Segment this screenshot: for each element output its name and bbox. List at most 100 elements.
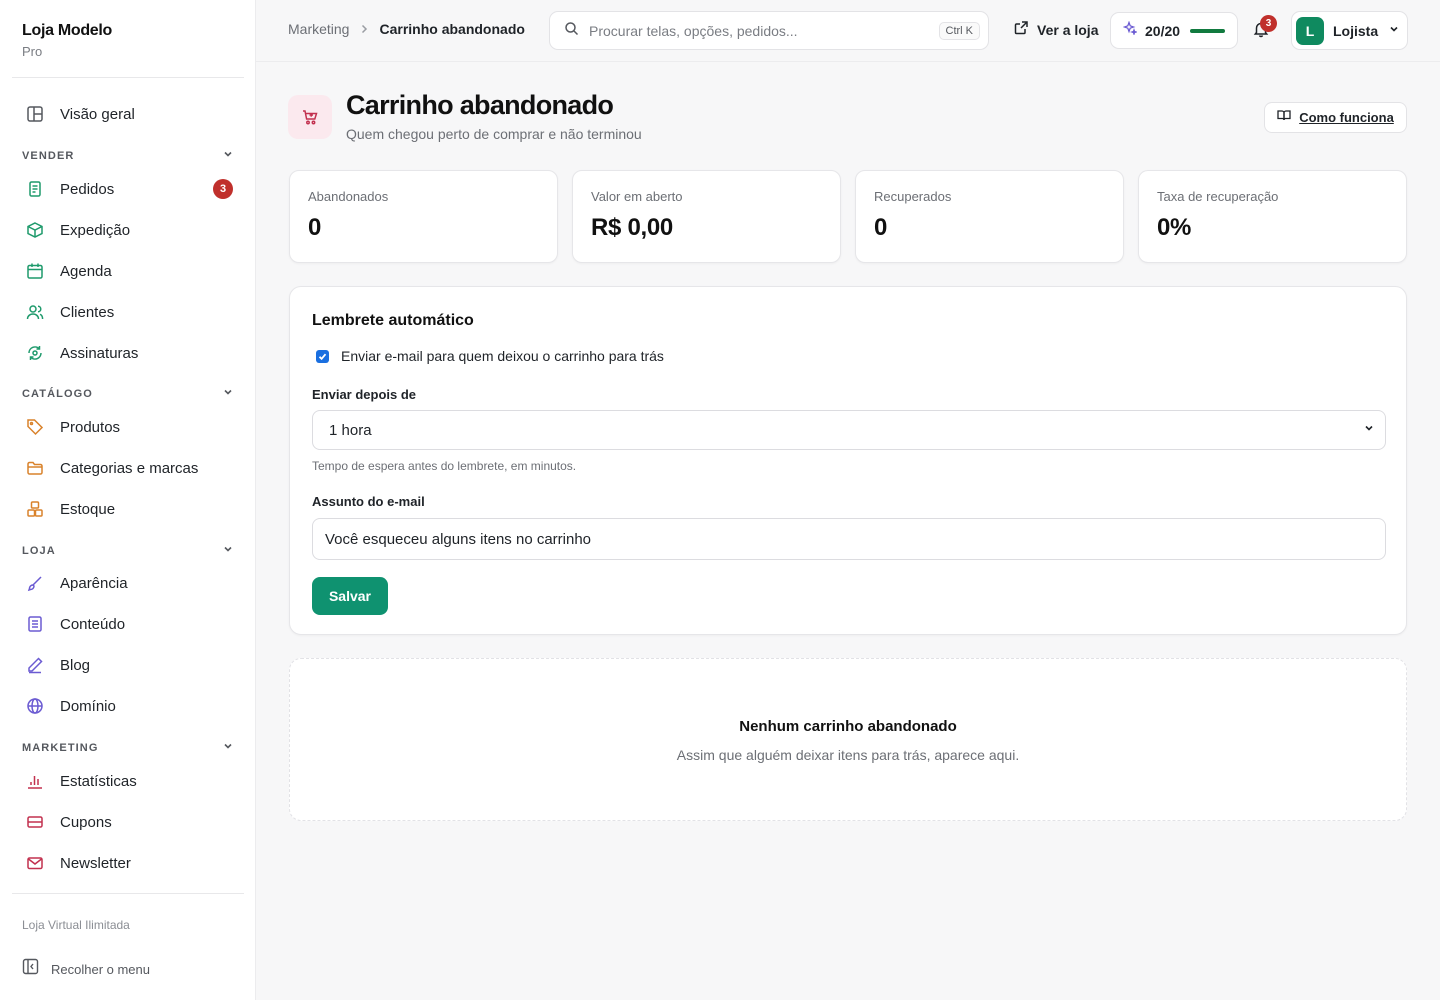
email-subject-field[interactable]: Você esqueceu alguns itens no carrinho <box>312 518 1386 560</box>
how-it-works-button[interactable]: Como funciona <box>1264 102 1407 133</box>
brush-icon <box>24 572 46 594</box>
sidebar-item-label: Blog <box>60 656 91 674</box>
sidebar-item-pedidos[interactable]: Pedidos 3 <box>12 172 244 206</box>
sidebar-item-conteudo[interactable]: Conteúdo <box>12 607 244 641</box>
store-name: Loja Modelo <box>22 22 113 39</box>
sidebar-item-estatisticas[interactable]: Estatísticas <box>12 764 244 798</box>
stat-value: 0% <box>1157 214 1192 241</box>
sidebar-item-dominio[interactable]: Domínio <box>12 689 244 723</box>
sidebar-item-cupons[interactable]: Cupons <box>12 805 244 839</box>
collapse-menu-button[interactable]: Recolher o menu <box>22 958 150 980</box>
empty-state-subtitle: Assim que alguém deixar itens para trás,… <box>676 747 1020 763</box>
sparkle-icon <box>1122 20 1139 40</box>
save-button[interactable]: Salvar <box>312 577 388 615</box>
send-email-checkbox[interactable] <box>316 349 329 363</box>
chevron-right-icon <box>359 22 369 37</box>
stat-value: 0 <box>308 214 322 241</box>
page-title: Carrinho abandonado <box>346 90 614 120</box>
breadcrumb: Marketing Carrinho abandonado <box>288 21 525 37</box>
section-toggle-marketing[interactable]: MARKETING <box>22 740 234 756</box>
store-plan: Pro <box>22 44 43 59</box>
sidebar-item-categorias[interactable]: Categorias e marcas <box>12 451 244 485</box>
sidebar-item-label: Domínio <box>60 697 116 715</box>
box-icon <box>24 219 46 241</box>
mail-icon <box>24 852 46 874</box>
delay-select[interactable]: 1 hora <box>312 410 1386 450</box>
brand[interactable]: Loja Modelo Pro <box>22 22 112 59</box>
sidebar-item-label: Cupons <box>60 813 112 831</box>
page-subtitle: Quem chegou perto de comprar e não termi… <box>346 126 642 142</box>
plan-note: Loja Virtual Ilimitada <box>22 918 130 932</box>
section-toggle-catalogo[interactable]: CATÁLOGO <box>22 386 234 402</box>
chevron-down-icon <box>1363 421 1375 439</box>
sidebar-item-clientes[interactable]: Clientes <box>12 295 244 329</box>
sidebar-item-label: Aparência <box>60 574 128 592</box>
sidebar: Loja Modelo Pro Visão geral VENDER Pedid… <box>0 0 256 1000</box>
sidebar-item-label: Assinaturas <box>60 344 139 362</box>
sidebar-item-label: Conteúdo <box>60 615 126 633</box>
quota-value: 20/20 <box>1145 22 1181 39</box>
send-email-toggle[interactable]: Enviar e-mail para quem deixou o carrinh… <box>316 348 664 364</box>
sidebar-item-assinaturas[interactable]: Assinaturas <box>12 336 244 370</box>
section-title: VENDER <box>22 150 75 162</box>
breadcrumb-marketing[interactable]: Marketing <box>288 21 349 37</box>
card-title: Lembrete automático <box>312 312 474 329</box>
search-icon <box>564 21 579 41</box>
boxes-icon <box>24 498 46 520</box>
sidebar-item-estoque[interactable]: Estoque <box>12 492 244 526</box>
view-store-link[interactable]: Ver a loja <box>1014 20 1098 40</box>
sidebar-item-blog[interactable]: Blog <box>12 648 244 682</box>
sidebar-item-newsletter[interactable]: Newsletter <box>12 846 244 880</box>
chevron-down-icon <box>222 147 234 165</box>
stat-label: Recuperados <box>874 189 952 204</box>
section-title: MARKETING <box>22 742 99 754</box>
globe-icon <box>24 695 46 717</box>
view-store-label: Ver a loja <box>1037 22 1099 38</box>
sidebar-item-aparencia[interactable]: Aparência <box>12 566 244 600</box>
quota-bar-fill <box>1190 28 1225 33</box>
section-title: LOJA <box>22 545 56 557</box>
stat-card-abandoned: Abandonados 0 <box>289 170 558 263</box>
stat-value: 0 <box>874 214 888 241</box>
avatar: L <box>1296 16 1324 45</box>
search-shortcut: Ctrl K <box>938 21 980 40</box>
user-menu-button[interactable]: L Lojista <box>1291 11 1408 50</box>
stat-label: Taxa de recuperação <box>1157 189 1279 204</box>
email-subject-value: Você esqueceu alguns itens no carrinho <box>325 530 592 548</box>
sidebar-item-label: Newsletter <box>60 854 131 872</box>
ticket-icon <box>24 811 46 833</box>
auto-reminder-card: Lembrete automático Enviar e-mail para q… <box>289 286 1407 635</box>
chevron-down-icon <box>1388 22 1400 40</box>
search-input[interactable]: Procurar telas, opções, pedidos... <box>589 23 939 39</box>
stat-card-open-value: Valor em aberto R$ 0,00 <box>572 170 841 263</box>
topbar: Marketing Carrinho abandonado Procurar t… <box>256 0 1440 62</box>
check-icon <box>318 353 327 360</box>
chevron-down-icon <box>222 739 234 757</box>
layout-icon <box>24 103 46 125</box>
section-toggle-loja[interactable]: LOJA <box>22 543 234 559</box>
section-toggle-vender[interactable]: VENDER <box>22 148 234 164</box>
stat-card-recovery-rate: Taxa de recuperação 0% <box>1138 170 1407 263</box>
stat-label: Abandonados <box>308 189 389 204</box>
delay-select-value: 1 hora <box>329 421 372 439</box>
global-search[interactable]: Procurar telas, opções, pedidos... Ctrl … <box>549 11 989 50</box>
sidebar-item-label: Categorias e marcas <box>60 459 199 477</box>
sidebar-item-agenda[interactable]: Agenda <box>12 254 244 288</box>
sidebar-item-expedicao[interactable]: Expedição <box>12 213 244 247</box>
bar-chart-icon <box>24 770 46 792</box>
usage-quota[interactable]: 20/20 <box>1110 12 1238 49</box>
chevron-down-icon <box>222 542 234 560</box>
folder-icon <box>24 457 46 479</box>
chevron-down-icon <box>222 385 234 403</box>
sidebar-item-label: Estoque <box>60 500 116 518</box>
sidebar-item-produtos[interactable]: Produtos <box>12 410 244 444</box>
refresh-icon <box>24 342 46 364</box>
sidebar-collapse-icon <box>22 958 39 980</box>
sidebar-item-label: Estatísticas <box>60 772 137 790</box>
users-icon <box>24 301 46 323</box>
subject-label: Assunto do e-mail <box>312 494 425 509</box>
sidebar-item-label: Clientes <box>60 303 115 321</box>
sidebar-item-label: Pedidos <box>60 180 115 198</box>
sidebar-item-visao-geral[interactable]: Visão geral <box>12 97 244 131</box>
cart-icon <box>288 95 332 139</box>
